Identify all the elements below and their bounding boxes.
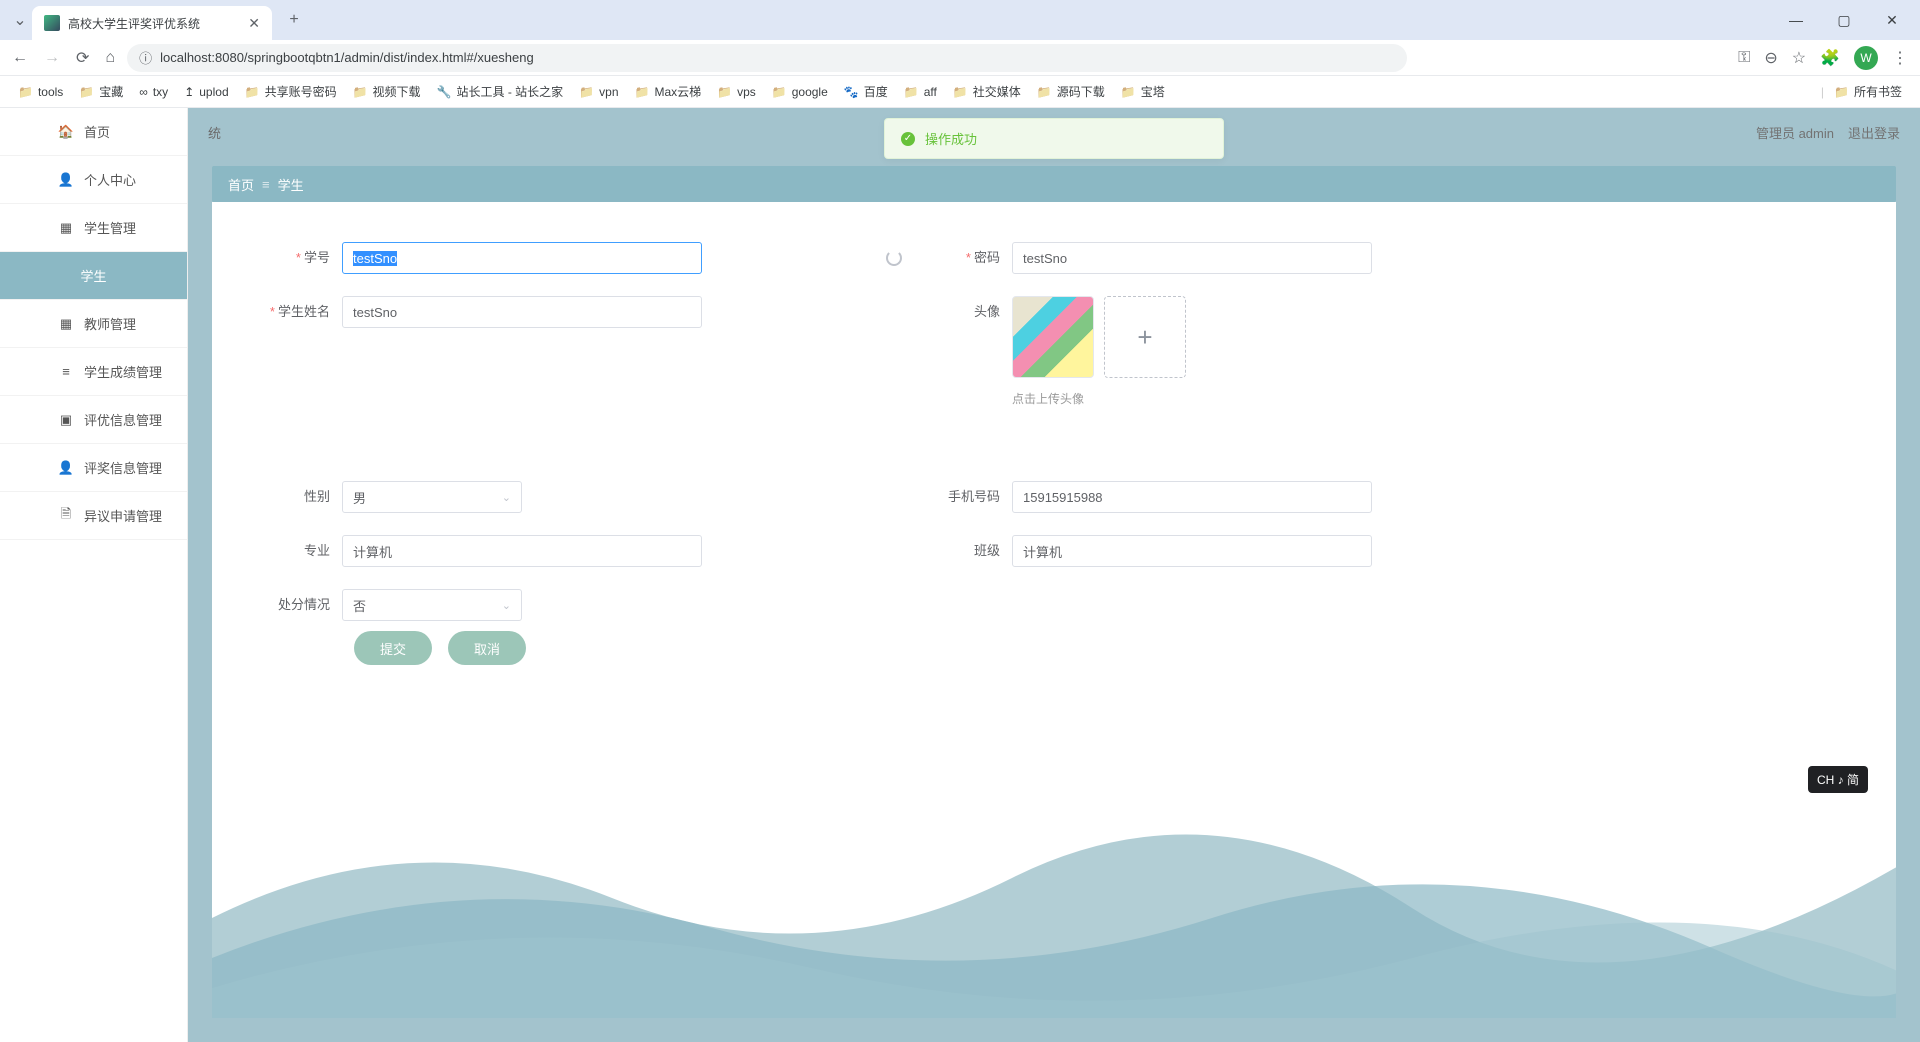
bookmark-item[interactable]: google xyxy=(766,81,834,103)
browser-toolbar: ← → ⟳ ⌂ ⓘ localhost:8080/springbootqbtn1… xyxy=(0,40,1920,76)
avatar-thumbnail[interactable] xyxy=(1012,296,1094,378)
toast-text: 操作成功 xyxy=(925,129,977,148)
breadcrumb-current: 学生 xyxy=(278,175,304,194)
chevron-down-icon: ⌄ xyxy=(502,491,511,504)
form-panel: *学号 *密码 *学生姓名 头像 + xyxy=(212,202,1896,1018)
all-bookmarks-button[interactable]: 所有书签 xyxy=(1828,79,1908,104)
password-input[interactable] xyxy=(1012,242,1372,274)
sidebar-item-dispute-mgmt[interactable]: 🗎异议申请管理 xyxy=(0,492,187,540)
tab-favicon-icon xyxy=(44,15,60,31)
home-icon: 🏠 xyxy=(58,124,74,140)
sidebar-nav: 🏠首页 👤个人中心 ▦学生管理 学生 ▦教师管理 ≡学生成绩管理 ▣评优信息管理… xyxy=(0,108,188,1042)
student-name-input[interactable] xyxy=(342,296,702,328)
tab-title: 高校大学生评奖评优系统 xyxy=(68,15,240,32)
breadcrumb: 首页 ≡ 学生 xyxy=(212,166,1896,202)
sidebar-item-student-mgmt[interactable]: ▦学生管理 xyxy=(0,204,187,252)
bookmarks-bar: tools 宝藏 ∞ txy ↥ uplod 共享账号密码 视频下载 🔧 站长工… xyxy=(0,76,1920,108)
doc-icon: 🗎 xyxy=(58,505,74,527)
bookmark-item[interactable]: tools xyxy=(12,81,69,103)
profile-avatar[interactable]: W xyxy=(1854,46,1878,70)
bookmark-item[interactable]: aff xyxy=(898,81,943,103)
system-name-fragment: 统 xyxy=(208,123,221,142)
grid-icon: ▦ xyxy=(58,316,74,332)
bookmark-item[interactable]: ↥ uplod xyxy=(178,81,234,103)
sidebar-item-profile[interactable]: 👤个人中心 xyxy=(0,156,187,204)
bookmark-item[interactable]: 宝藏 xyxy=(73,79,129,104)
browser-tab-strip: ⌄ 高校大学生评奖评优系统 ✕ + — ▢ ✕ xyxy=(0,0,1920,40)
bookmark-item[interactable]: 🐾 百度 xyxy=(838,79,894,104)
bookmark-item[interactable]: vpn xyxy=(573,81,624,103)
chevron-down-icon: ⌄ xyxy=(502,599,511,612)
gender-select[interactable]: 男⌄ xyxy=(342,481,522,513)
grid-icon: ▦ xyxy=(58,220,74,236)
sidebar-item-student[interactable]: 学生 xyxy=(0,252,187,300)
bookmark-item[interactable]: vps xyxy=(711,81,762,103)
browser-tab-active[interactable]: 高校大学生评奖评优系统 ✕ xyxy=(32,6,272,40)
password-key-icon[interactable]: ⚿ xyxy=(1738,49,1750,67)
breadcrumb-sep-icon: ≡ xyxy=(262,177,270,192)
logout-link[interactable]: 退出登录 xyxy=(1848,123,1900,142)
bookmark-star-icon[interactable]: ☆ xyxy=(1792,48,1806,68)
nav-home-icon[interactable]: ⌂ xyxy=(105,48,115,68)
class-input[interactable] xyxy=(1012,535,1372,567)
bookmark-item[interactable]: 源码下载 xyxy=(1031,79,1111,104)
window-controls: — ▢ ✕ xyxy=(1776,5,1912,35)
nav-forward-icon[interactable]: → xyxy=(44,48,60,68)
zoom-icon[interactable]: ⊖ xyxy=(1764,48,1777,68)
bookmark-item[interactable]: 共享账号密码 xyxy=(239,79,343,104)
list-icon: ≡ xyxy=(58,364,74,379)
sidebar-item-excellence-mgmt[interactable]: ▣评优信息管理 xyxy=(0,396,187,444)
success-toast: ✓ 操作成功 xyxy=(884,118,1224,159)
upload-hint: 点击上传头像 xyxy=(1012,390,1372,407)
submit-button[interactable]: 提交 xyxy=(354,631,432,665)
sidebar-item-home[interactable]: 🏠首页 xyxy=(0,108,187,156)
decorative-waves xyxy=(212,718,1896,1018)
browser-menu-icon[interactable]: ⋮ xyxy=(1892,48,1908,68)
cancel-button[interactable]: 取消 xyxy=(448,631,526,665)
chart-icon: ▣ xyxy=(58,412,74,428)
success-check-icon: ✓ xyxy=(901,132,915,146)
phone-input[interactable] xyxy=(1012,481,1372,513)
bookmark-item[interactable]: ∞ txy xyxy=(133,81,174,103)
ime-indicator[interactable]: CH ♪ 简 xyxy=(1808,766,1868,793)
window-minimize-icon[interactable]: — xyxy=(1776,5,1816,35)
upload-avatar-button[interactable]: + xyxy=(1104,296,1186,378)
url-text: localhost:8080/springbootqbtn1/admin/dis… xyxy=(160,50,534,65)
sidebar-item-teacher-mgmt[interactable]: ▦教师管理 xyxy=(0,300,187,348)
site-info-icon[interactable]: ⓘ xyxy=(139,48,152,67)
nav-reload-icon[interactable]: ⟳ xyxy=(76,48,89,68)
nav-back-icon[interactable]: ← xyxy=(12,48,28,68)
address-bar[interactable]: ⓘ localhost:8080/springbootqbtn1/admin/d… xyxy=(127,44,1407,72)
user-icon: 👤 xyxy=(58,460,74,476)
close-tab-icon[interactable]: ✕ xyxy=(248,15,260,32)
major-input[interactable] xyxy=(342,535,702,567)
window-maximize-icon[interactable]: ▢ xyxy=(1824,5,1864,35)
new-tab-button[interactable]: + xyxy=(280,6,308,34)
bookmark-item[interactable]: Max云梯 xyxy=(629,79,708,104)
tab-search-dropdown[interactable]: ⌄ xyxy=(8,8,32,32)
extensions-icon[interactable]: 🧩 xyxy=(1820,48,1840,68)
breadcrumb-home[interactable]: 首页 xyxy=(228,175,254,194)
loading-spinner-icon xyxy=(886,250,902,266)
admin-label[interactable]: 管理员 admin xyxy=(1756,123,1834,142)
window-close-icon[interactable]: ✕ xyxy=(1872,5,1912,35)
bookmark-item[interactable]: 🔧 站长工具 - 站长之家 xyxy=(431,79,570,104)
user-icon: 👤 xyxy=(58,172,74,188)
bookmark-item[interactable]: 视频下载 xyxy=(347,79,427,104)
punishment-select[interactable]: 否⌄ xyxy=(342,589,522,621)
sidebar-item-award-mgmt[interactable]: 👤评奖信息管理 xyxy=(0,444,187,492)
student-id-input[interactable] xyxy=(342,242,702,274)
sidebar-item-grade-mgmt[interactable]: ≡学生成绩管理 xyxy=(0,348,187,396)
bookmark-item[interactable]: 社交媒体 xyxy=(947,79,1027,104)
bookmark-item[interactable]: 宝塔 xyxy=(1115,79,1171,104)
